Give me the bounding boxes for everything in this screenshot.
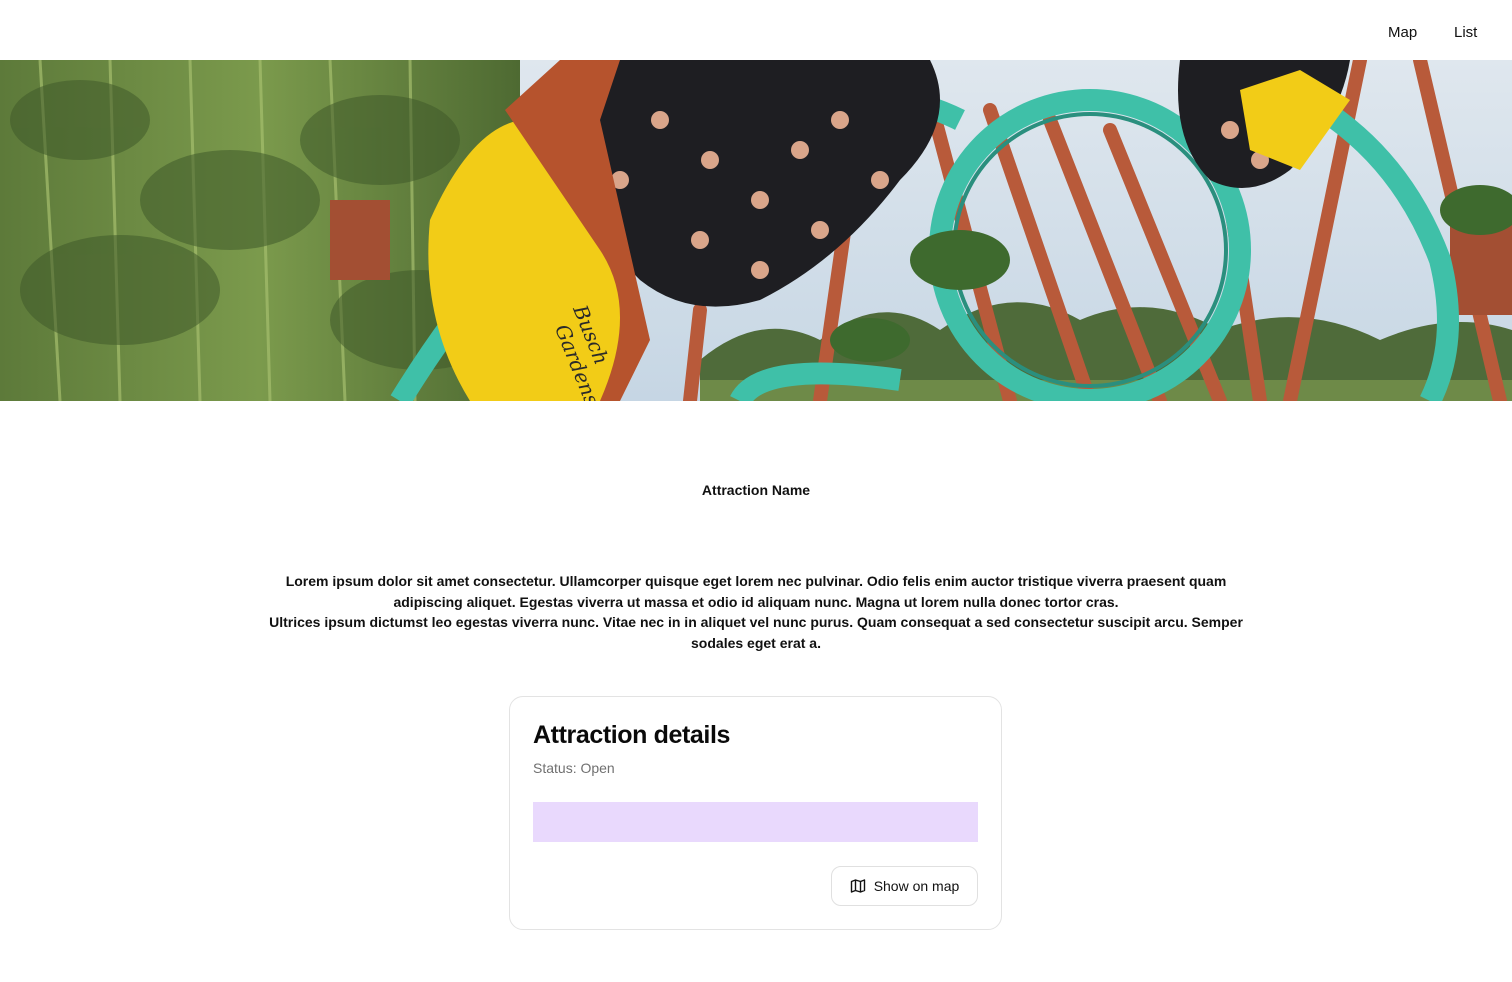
details-placeholder-bar xyxy=(533,802,978,842)
attraction-details-card: Attraction details Status: Open Show on … xyxy=(509,696,1002,930)
attraction-name: Attraction Name xyxy=(701,482,811,498)
hero-image: Busch Gardens xyxy=(0,60,1512,401)
roller-coaster-photo: Busch Gardens xyxy=(0,60,1512,401)
show-on-map-button[interactable]: Show on map xyxy=(831,866,978,906)
top-navigation-bar: Map List xyxy=(0,0,1512,60)
attraction-description: Lorem ipsum dolor sit amet consectetur. … xyxy=(256,571,1256,653)
map-icon xyxy=(850,878,866,894)
status-text: Status: Open xyxy=(533,760,615,776)
card-title: Attraction details xyxy=(533,721,730,749)
nav-list-link[interactable]: List xyxy=(1454,24,1477,41)
description-paragraph-1: Lorem ipsum dolor sit amet consectetur. … xyxy=(285,573,1227,610)
nav-map-link[interactable]: Map xyxy=(1388,24,1417,41)
show-on-map-label: Show on map xyxy=(873,878,960,894)
description-paragraph-2: Ultrices ipsum dictumst leo egestas vive… xyxy=(269,614,1243,651)
